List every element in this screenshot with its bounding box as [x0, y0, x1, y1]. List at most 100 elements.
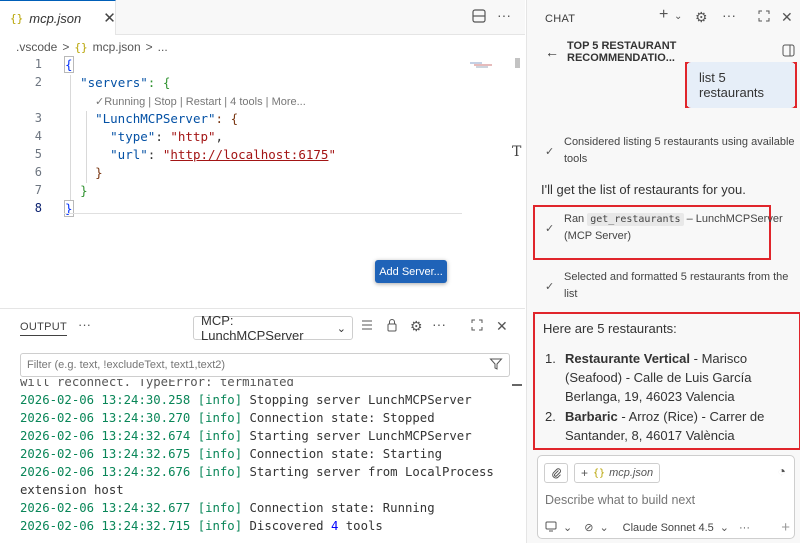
- tab-output[interactable]: OUTPUT: [20, 321, 68, 336]
- line-number: 2: [34, 75, 42, 89]
- code-token: : {: [215, 111, 239, 126]
- code-token: "servers": [80, 75, 148, 90]
- tab-mcp-json[interactable]: {} mcp.json ✕: [0, 0, 116, 35]
- log-line: 2026-02-06 13:24:32.715 [info] Discovere…: [20, 519, 383, 533]
- log-line: will reconnect. TypeError: terminated: [20, 379, 294, 389]
- thinking-step[interactable]: ✓ Considered listing 5 restaurants using…: [545, 134, 795, 168]
- chevron-down-icon[interactable]: ⌄: [720, 521, 729, 534]
- attach-icon[interactable]: [544, 463, 568, 483]
- chevron-down-icon[interactable]: ⌄: [563, 521, 572, 534]
- chat-panel: CHAT + ⌄ ⚙ ··· ✕ ← TOP 5 RESTAURANT RECO…: [526, 0, 800, 543]
- chat-input-box[interactable]: + {} mcp.json ◔ Describe what to build n…: [537, 455, 795, 539]
- output-filter-input[interactable]: Filter (e.g. text, !excludeText, text1,t…: [20, 353, 510, 377]
- context-file-name: mcp.json: [609, 467, 654, 479]
- breadcrumb-folder[interactable]: .vscode: [16, 40, 57, 54]
- text-cursor-icon: T: [512, 144, 522, 160]
- maximize-icon[interactable]: [470, 318, 484, 335]
- close-icon[interactable]: ✕: [496, 318, 508, 335]
- gear-icon[interactable]: ⚙: [695, 9, 708, 26]
- log-line: 2026-02-06 13:24:32.677 [info] Connectio…: [20, 501, 435, 515]
- tools-icon[interactable]: ⊘: [584, 521, 593, 534]
- more-actions-icon[interactable]: ···: [739, 522, 750, 534]
- code-token: :: [155, 129, 171, 144]
- new-chat-icon[interactable]: +: [659, 6, 668, 24]
- line-number: 8: [34, 201, 42, 215]
- check-icon: ✓: [545, 146, 555, 158]
- editor-tab-bar: {} mcp.json ✕ ···: [0, 0, 525, 35]
- code-token: "type": [110, 129, 156, 144]
- mcp-codelens[interactable]: ✓Running | Stop | Restart | 4 tools | Mo…: [95, 95, 306, 108]
- list-item: 2. Barbaric - Arroz (Rice) - Carrer de Sa…: [545, 409, 765, 443]
- word-wrap-icon[interactable]: [360, 318, 374, 335]
- output-channel-value: MCP: LunchMCPServer: [201, 313, 304, 343]
- chevron-down-icon: ⌄: [336, 322, 346, 335]
- close-icon[interactable]: ✕: [103, 9, 116, 27]
- breadcrumb-separator: >: [145, 40, 153, 54]
- more-actions-icon[interactable]: ···: [722, 7, 736, 23]
- code-token: :: [147, 147, 163, 162]
- add-server-button[interactable]: Add Server...: [375, 260, 447, 283]
- back-arrow-icon[interactable]: ←: [545, 44, 559, 60]
- editor-scrollbar[interactable]: [515, 58, 520, 68]
- filter-placeholder: Filter (e.g. text, !excludeText, text1,t…: [27, 359, 226, 371]
- url-link[interactable]: http://localhost:6175: [170, 147, 328, 162]
- user-message: list 5 restaurants: [687, 62, 795, 108]
- output-log[interactable]: will reconnect. TypeError: terminated 20…: [0, 379, 510, 543]
- log-line: extension host: [20, 483, 124, 497]
- code-token: "LunchMCPServer": [95, 111, 216, 126]
- log-line: 2026-02-06 13:24:32.674 [info] Starting …: [20, 429, 472, 443]
- code-token: }: [80, 183, 88, 198]
- log-line: 2026-02-06 13:24:32.675 [info] Connectio…: [20, 447, 442, 461]
- answer-highlight: Here are 5 restaurants: 1. Restaurante Ve…: [533, 312, 800, 450]
- json-file-icon: {}: [593, 467, 606, 479]
- tool-call-step[interactable]: ✓ Ran get_restaurants – LunchMCPServer (…: [545, 211, 795, 245]
- output-scrollbar[interactable]: [512, 384, 522, 386]
- code-token: : {: [147, 75, 171, 90]
- tool-name: get_restaurants: [587, 213, 684, 226]
- breadcrumb-file[interactable]: mcp.json: [93, 40, 141, 54]
- maximize-icon[interactable]: [757, 9, 771, 26]
- lock-icon[interactable]: [385, 318, 399, 335]
- restaurant-list: 1. Restaurante Vertical - Marisco (Seafoo…: [543, 349, 799, 446]
- thinking-step[interactable]: ✓ Selected and formatted 5 restaurants f…: [545, 269, 795, 303]
- line-number: 5: [34, 147, 42, 161]
- add-context-icon[interactable]: +: [581, 466, 588, 480]
- chat-input-placeholder[interactable]: Describe what to build next: [545, 493, 695, 507]
- list-item: 1. Restaurante Vertical - Marisco (Seafoo…: [545, 351, 752, 404]
- add-icon[interactable]: +: [781, 519, 790, 536]
- code-token: ,: [215, 129, 224, 144]
- chevron-down-icon[interactable]: ⌄: [599, 521, 608, 534]
- model-picker[interactable]: Claude Sonnet 4.5: [623, 522, 714, 534]
- device-icon[interactable]: [545, 521, 557, 535]
- filter-icon[interactable]: [489, 357, 503, 374]
- context-file-chip[interactable]: + {} mcp.json: [574, 463, 661, 483]
- code-token: "http": [170, 129, 216, 144]
- more-actions-icon[interactable]: ···: [432, 316, 446, 332]
- close-icon[interactable]: ✕: [781, 9, 793, 26]
- line-number: 6: [34, 165, 42, 179]
- breadcrumb: .vscode > {} mcp.json > ...: [16, 40, 168, 54]
- breadcrumb-separator: >: [62, 40, 70, 54]
- code-token: {: [64, 56, 74, 73]
- minimap[interactable]: [468, 58, 498, 68]
- code-token: ": [328, 147, 336, 162]
- output-channel-select[interactable]: MCP: LunchMCPServer ⌄: [193, 313, 353, 343]
- gear-icon[interactable]: ⚙: [410, 318, 423, 335]
- json-file-icon: {}: [74, 40, 88, 54]
- line-number: 1: [34, 57, 42, 71]
- sidebar-toggle-icon[interactable]: [782, 44, 795, 60]
- breadcrumb-symbol[interactable]: ...: [158, 40, 168, 54]
- more-actions-icon[interactable]: ···: [497, 7, 511, 23]
- assistant-message: I'll get the list of restaurants for you…: [541, 182, 746, 197]
- chat-session-title[interactable]: TOP 5 RESTAURANT RECOMMENDATIO...: [567, 40, 782, 64]
- chat-input-toolbar: ⌄ ⊘ ⌄ Claude Sonnet 4.5 ⌄ ··· +: [545, 519, 790, 536]
- more-actions-icon[interactable]: ···: [78, 317, 91, 332]
- chevron-down-icon[interactable]: ⌄: [674, 11, 682, 22]
- line-number: 3: [34, 111, 42, 125]
- context-usage-icon[interactable]: ◔: [778, 463, 786, 479]
- current-line-highlight: [64, 200, 462, 214]
- split-editor-icon[interactable]: [472, 9, 486, 26]
- answer-heading: Here are 5 restaurants:: [543, 321, 677, 336]
- tab-label: mcp.json: [29, 10, 82, 26]
- chat-session-bar: ← TOP 5 RESTAURANT RECOMMENDATIO...: [545, 40, 795, 64]
